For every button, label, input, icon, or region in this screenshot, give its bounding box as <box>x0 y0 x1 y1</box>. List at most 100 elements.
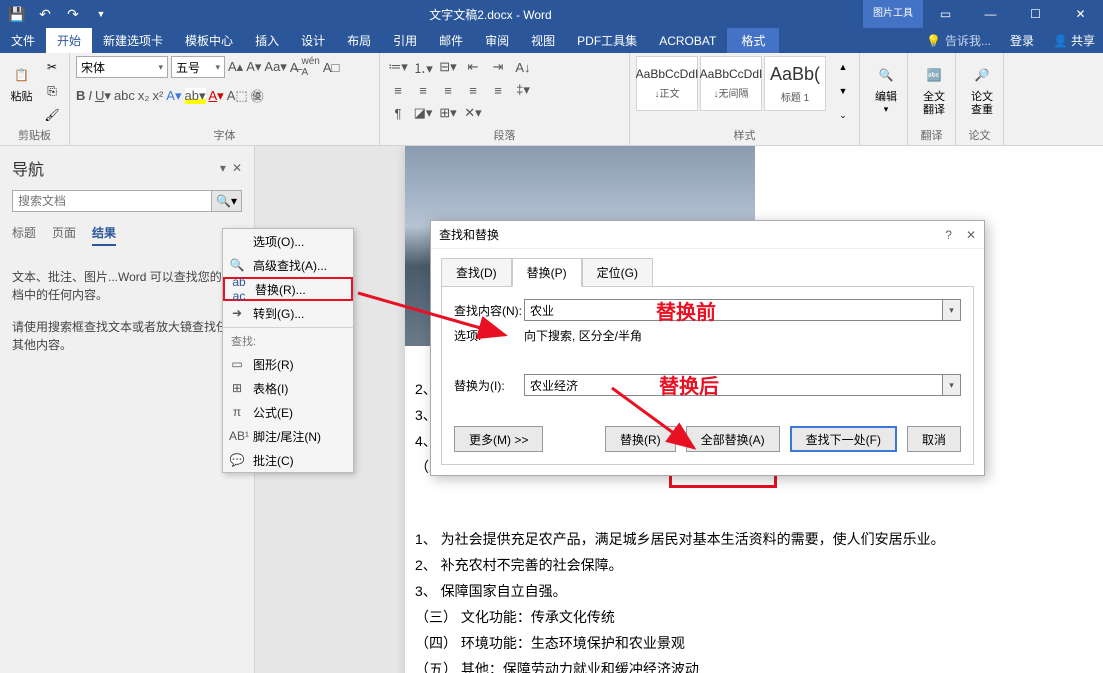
font-name-select[interactable]: 宋体▾ <box>76 56 168 78</box>
dialog-help-icon[interactable]: ? <box>945 228 952 242</box>
justify-icon[interactable]: ≡ <box>461 79 485 101</box>
nav-dropdown-icon[interactable]: ▾ <box>220 161 226 175</box>
find-input[interactable]: 农业 <box>524 299 943 321</box>
dialog-titlebar[interactable]: 查找和替换 ? ✕ <box>431 221 984 249</box>
style-nospacing[interactable]: AaBbCcDdI↓无间隔 <box>700 56 762 111</box>
bold-icon[interactable]: B <box>76 88 85 103</box>
translate-button[interactable]: 🔤 全文 翻译 <box>914 56 954 117</box>
styles-up-icon[interactable]: ▲ <box>832 56 854 78</box>
bullets-icon[interactable]: ≔▾ <box>386 56 410 78</box>
italic-icon[interactable]: I <box>88 88 92 103</box>
undo-icon[interactable]: ↶ <box>32 2 58 26</box>
borders-icon[interactable]: ⊞▾ <box>436 102 460 124</box>
tab-newtab[interactable]: 新建选项卡 <box>92 28 174 53</box>
tab-template[interactable]: 模板中心 <box>174 28 244 53</box>
maximize-icon[interactable]: ☐ <box>1013 0 1058 28</box>
shrink-font-icon[interactable]: A▾ <box>246 59 261 75</box>
tab-pdf[interactable]: PDF工具集 <box>566 28 648 53</box>
redo-icon[interactable]: ↷ <box>60 2 86 26</box>
find-dropdown-icon[interactable]: ▾ <box>943 299 961 321</box>
underline-icon[interactable]: U▾ <box>95 88 111 104</box>
distribute-icon[interactable]: ≡ <box>486 79 510 101</box>
styles-more-icon[interactable]: ⌄ <box>832 104 854 126</box>
edit-button[interactable]: 🔍 编辑 ▾ <box>866 56 906 115</box>
ctx-options[interactable]: 选项(O)... <box>223 229 353 253</box>
font-color-icon[interactable]: A▾ <box>209 88 224 104</box>
char-border-icon[interactable]: A□ <box>323 60 340 75</box>
replace-button[interactable]: 替换(R) <box>605 426 676 452</box>
dlg-tab-find[interactable]: 查找(D) <box>441 258 512 287</box>
subscript-icon[interactable]: x₂ <box>138 88 150 103</box>
clear-format-icon[interactable]: A̶ <box>290 60 299 75</box>
tab-design[interactable]: 设计 <box>290 28 336 53</box>
styles-down-icon[interactable]: ▼ <box>832 80 854 102</box>
style-heading1[interactable]: AaBb(标题 1 <box>764 56 826 111</box>
ctx-footnotes[interactable]: AB¹脚注/尾注(N) <box>223 424 353 448</box>
sort-icon[interactable]: A↓ <box>511 56 535 78</box>
tab-format[interactable]: 格式 <box>727 28 779 53</box>
cut-icon[interactable]: ✂ <box>41 56 63 78</box>
copy-icon[interactable]: ⎘ <box>41 80 63 102</box>
nav-tab-headings[interactable]: 标题 <box>12 224 36 246</box>
tab-mail[interactable]: 邮件 <box>428 28 474 53</box>
tab-layout[interactable]: 布局 <box>336 28 382 53</box>
tab-insert[interactable]: 插入 <box>244 28 290 53</box>
more-button[interactable]: 更多(M) >> <box>454 426 543 452</box>
dlg-tab-goto[interactable]: 定位(G) <box>582 258 653 287</box>
show-marks-icon[interactable]: ¶ <box>386 102 410 124</box>
tab-file[interactable]: 文件 <box>0 28 46 53</box>
indent-left-icon[interactable]: ⇤ <box>461 56 485 78</box>
font-size-select[interactable]: 五号▾ <box>171 56 225 78</box>
replace-all-button[interactable]: 全部替换(A) <box>686 426 780 452</box>
nav-search-input[interactable] <box>12 190 212 212</box>
text-effects-icon[interactable]: A▾ <box>166 88 181 104</box>
dialog-close-icon[interactable]: ✕ <box>966 228 976 242</box>
papercheck-button[interactable]: 🔎 论文 查重 <box>962 56 1002 117</box>
line-spacing-icon[interactable]: ‡▾ <box>511 79 535 101</box>
ctx-formulas[interactable]: π公式(E) <box>223 400 353 424</box>
change-case-icon[interactable]: Aa▾ <box>264 59 286 75</box>
ctx-comments[interactable]: 💬批注(C) <box>223 448 353 472</box>
qat-dropdown-icon[interactable]: ▼ <box>88 2 114 26</box>
multilevel-icon[interactable]: ⊟▾ <box>436 56 460 78</box>
snap-icon[interactable]: ✕▾ <box>461 102 485 124</box>
save-icon[interactable]: 💾 <box>4 2 30 26</box>
strike-icon[interactable]: abc <box>114 88 135 103</box>
nav-search-button[interactable]: 🔍▾ <box>212 190 242 212</box>
nav-close-icon[interactable]: ✕ <box>232 161 242 175</box>
replace-dropdown-icon[interactable]: ▾ <box>943 374 961 396</box>
ribbon-options-icon[interactable]: ▭ <box>923 0 968 28</box>
replace-input[interactable]: 农业经济 <box>524 374 943 396</box>
phonetic-icon[interactable]: wénA <box>302 56 320 78</box>
dlg-tab-replace[interactable]: 替换(P) <box>512 258 582 287</box>
document-text[interactable]: 1、 为社会提供充足农产品，满足城乡居民对基本生活资料的需要，使人们安居乐业。 … <box>415 526 945 673</box>
ctx-replace[interactable]: abac替换(R)... <box>223 277 353 301</box>
paste-button[interactable]: 📋 粘贴 <box>6 56 37 104</box>
align-left-icon[interactable]: ≡ <box>386 79 410 101</box>
ctx-tables[interactable]: ⊞表格(I) <box>223 376 353 400</box>
char-shading-icon[interactable]: A⬚ <box>227 88 248 104</box>
tab-acrobat[interactable]: ACROBAT <box>648 28 727 53</box>
minimize-icon[interactable]: — <box>968 0 1013 28</box>
share-button[interactable]: 👤共享 <box>1045 28 1103 53</box>
ctx-goto[interactable]: ➜转到(G)... <box>223 301 353 325</box>
shading-icon[interactable]: ◪▾ <box>411 102 435 124</box>
tab-references[interactable]: 引用 <box>382 28 428 53</box>
nav-tab-results[interactable]: 结果 <box>92 224 116 246</box>
align-right-icon[interactable]: ≡ <box>436 79 460 101</box>
superscript-icon[interactable]: x² <box>152 88 163 103</box>
indent-right-icon[interactable]: ⇥ <box>486 56 510 78</box>
nav-tab-pages[interactable]: 页面 <box>52 224 76 246</box>
align-center-icon[interactable]: ≡ <box>411 79 435 101</box>
numbering-icon[interactable]: ⒈▾ <box>411 56 435 78</box>
format-painter-icon[interactable]: 🖌 <box>41 104 63 126</box>
style-normal[interactable]: AaBbCcDdI↓正文 <box>636 56 698 111</box>
tab-home[interactable]: 开始 <box>46 28 92 53</box>
find-next-button[interactable]: 查找下一处(F) <box>790 426 897 452</box>
ctx-advanced-find[interactable]: 🔍高级查找(A)... <box>223 253 353 277</box>
ctx-graphics[interactable]: ▭图形(R) <box>223 352 353 376</box>
tab-review[interactable]: 审阅 <box>474 28 520 53</box>
enclose-char-icon[interactable]: ㊝ <box>251 86 264 105</box>
grow-font-icon[interactable]: A▴ <box>228 59 243 75</box>
close-icon[interactable]: ✕ <box>1058 0 1103 28</box>
